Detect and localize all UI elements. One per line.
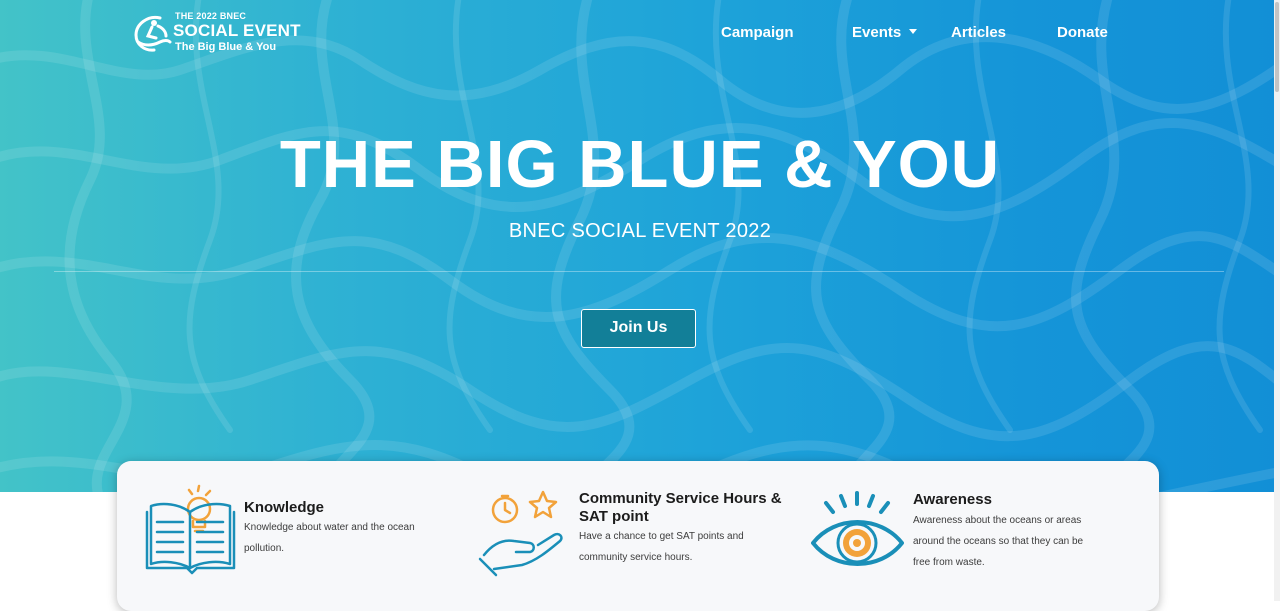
feature-awareness-title: Awareness (913, 491, 992, 508)
open-book-lightbulb-icon (145, 484, 236, 575)
feature-knowledge-line2: pollution. (244, 543, 285, 554)
hero-section (0, 0, 1280, 492)
hero-subtitle: BNEC SOCIAL EVENT 2022 (508, 220, 772, 242)
hero-title: THE BIG BLUE & YOU (279, 127, 1001, 202)
page-scrollbar[interactable] (1274, 0, 1280, 601)
main-nav: Campaign Events Articles Donate (0, 24, 1280, 44)
feature-service-line1: Have a chance to get SAT points and (579, 531, 744, 542)
feature-knowledge-title: Knowledge (244, 499, 325, 516)
feature-awareness-line1: Awareness about the oceans or areas (913, 515, 1082, 526)
chevron-down-icon (909, 29, 918, 34)
scrollbar-thumb[interactable] (1275, 2, 1279, 92)
nav-donate[interactable]: Donate (1057, 24, 1108, 41)
nav-events-label: Events (852, 24, 902, 41)
feature-awareness-line3: free from waste. (913, 557, 985, 568)
nav-events[interactable]: Events (852, 24, 918, 41)
hero-divider (54, 271, 1224, 272)
features-card: Knowledge Knowledge about water and the … (117, 461, 1159, 611)
eye-icon (811, 491, 904, 566)
nav-articles[interactable]: Articles (951, 24, 1006, 41)
feature-knowledge-line1: Knowledge about water and the ocean (244, 522, 415, 533)
feature-knowledge-text: Knowledge about water and the ocean poll… (244, 517, 415, 559)
join-us-button[interactable]: Join Us (581, 309, 696, 348)
feature-service-title-line2: SAT point (579, 508, 649, 525)
feature-service-title: Community Service Hours & SAT point (579, 490, 782, 526)
feature-awareness-line2: around the oceans so that they can be (913, 536, 1084, 547)
feature-service-text: Have a chance to get SAT points and comm… (579, 526, 744, 568)
nav-campaign[interactable]: Campaign (721, 24, 794, 41)
feature-service-line2: community service hours. (579, 552, 693, 563)
hand-clock-star-icon (478, 490, 563, 577)
feature-awareness-text: Awareness about the oceans or areas arou… (913, 510, 1083, 573)
feature-service-title-line1: Community Service Hours & (579, 490, 782, 507)
brand-small-text: THE 2022 BNEC (175, 11, 247, 21)
water-caustics-background (0, 0, 1280, 492)
